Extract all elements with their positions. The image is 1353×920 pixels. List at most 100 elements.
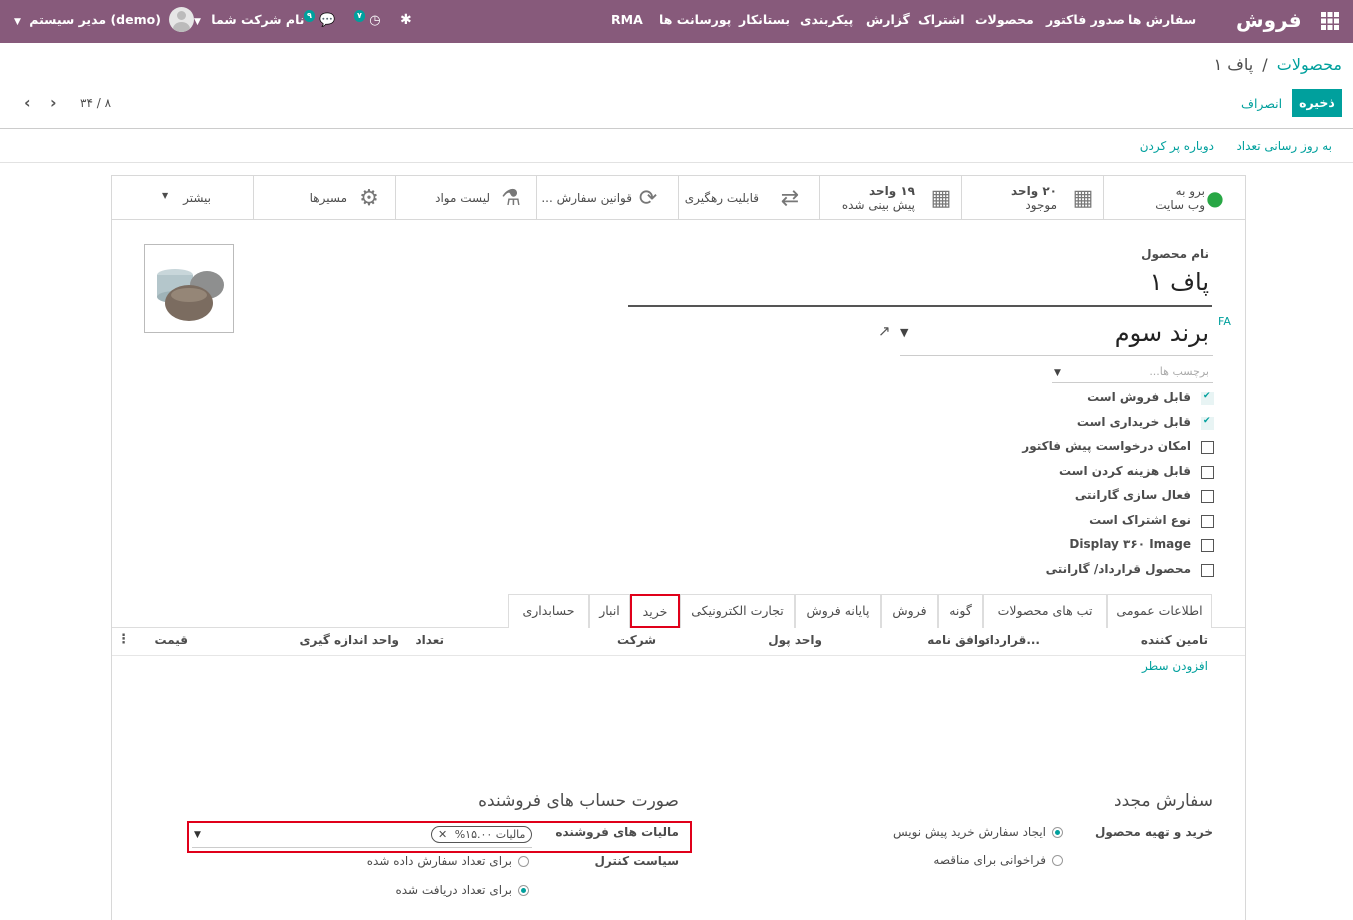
external-link-icon[interactable]: ↗ (878, 322, 891, 340)
column-contract[interactable]: قرارداد... (984, 633, 1040, 647)
website-line1: برو به (1175, 184, 1205, 198)
save-button[interactable]: ذخیره (1292, 89, 1342, 117)
tab-general-info[interactable]: اطلاعات عمومی (1107, 594, 1212, 628)
ordered-qty-label[interactable]: برای تعداد سفارش داده شده (367, 854, 512, 868)
column-price[interactable]: قیمت (154, 633, 188, 647)
replenish-button[interactable]: دوباره پر کردن (1140, 139, 1214, 153)
checkbox-label[interactable]: Display ۳۶۰ Image (1069, 537, 1191, 551)
tab-variants[interactable]: گونه (938, 594, 983, 628)
menu-products[interactable]: محصولات (975, 0, 1034, 43)
column-uom[interactable]: واحد اندازه گیری (299, 633, 399, 647)
messages-button[interactable]: ۹ 💬 (304, 0, 335, 43)
tab-purchase[interactable]: خرید (630, 594, 680, 628)
checkbox[interactable] (1201, 539, 1214, 552)
tab-point-of-sale[interactable]: پایانه فروش (795, 594, 881, 628)
flask-icon: ⚗ (501, 186, 521, 211)
breadcrumb-products-link[interactable]: محصولات (1277, 55, 1342, 74)
order-rules-label: قوانین سفارش ... (541, 191, 632, 205)
menu-orders[interactable]: سفارش ها (1128, 0, 1196, 43)
checkbox[interactable] (1201, 514, 1214, 528)
radio-ordered-qty[interactable] (518, 856, 529, 867)
brand-field[interactable]: برند سوم (1115, 319, 1209, 347)
menu-subscription[interactable]: اشتراک (918, 0, 965, 43)
checkbox-label[interactable]: فعال سازی گارانتی (1075, 488, 1191, 502)
checkbox-label[interactable]: قابل خریداری است (1077, 415, 1191, 429)
more-button[interactable]: بیشتر ▼ (112, 176, 253, 219)
onhand-button[interactable]: ▦ ۲۰ واحد موجود (961, 176, 1103, 219)
pager-previous-icon[interactable]: ‹ (24, 93, 31, 112)
radio-call-for-tender[interactable] (1052, 855, 1063, 866)
tags-input[interactable]: برچسب ها... (1149, 365, 1209, 378)
add-line-link[interactable]: افزودن سطر (1142, 659, 1208, 673)
main-navbar: فروش سفارش ها صدور فاکتور محصولات اشتراک… (0, 0, 1353, 43)
tab-inventory[interactable]: انبار (589, 594, 630, 628)
discard-button[interactable]: انصراف (1241, 96, 1282, 111)
user-menu[interactable]: ▼ مدیر سیستم (demo) (14, 0, 195, 43)
column-company[interactable]: شرکت (617, 633, 656, 647)
tab-accounting[interactable]: حسابداری (508, 594, 589, 628)
vendor-bills-title: صورت حساب های فروشنده (478, 791, 679, 811)
onhand-qty: ۲۰ واحد (1011, 184, 1057, 198)
column-currency[interactable]: واحد پول (768, 633, 822, 647)
pager-value[interactable]: ۸ / ۳۴ (80, 96, 111, 110)
column-vendor[interactable]: تامین کننده (1141, 633, 1208, 647)
menu-credit[interactable]: بستانکار (739, 0, 790, 43)
checkbox[interactable] (1201, 416, 1214, 430)
menu-rma[interactable]: RMA (611, 0, 643, 43)
checkbox-label[interactable]: قابل هزینه کردن است (1059, 464, 1191, 478)
app-name[interactable]: فروش (1236, 0, 1302, 43)
tab-product-tabs[interactable]: تب های محصولات (983, 594, 1107, 628)
menu-commissions[interactable]: پورسانت ها (659, 0, 731, 43)
debug-icon[interactable]: ✱ (400, 0, 412, 43)
routes-label: مسیرها (309, 191, 347, 205)
checkbox-label[interactable]: نوع اشتراک است (1089, 513, 1191, 527)
product-name-input[interactable]: پاف ۱ (1150, 268, 1209, 296)
checkbox[interactable] (1201, 391, 1214, 405)
apps-menu-icon[interactable] (1320, 0, 1344, 43)
website-button[interactable]: ● برو به وب سایت (1103, 176, 1245, 219)
draft-po-label[interactable]: ایجاد سفارش خرید پیش نویس (893, 825, 1046, 839)
website-line2: وب سایت (1155, 198, 1205, 212)
column-quantity[interactable]: تعداد (416, 633, 444, 647)
checkbox-label[interactable]: امکان درخواست پیش فاکتور (1022, 439, 1191, 453)
pager-next-icon[interactable]: › (50, 93, 57, 112)
tag-remove-icon[interactable]: ✕ (438, 828, 447, 841)
caret-down-icon[interactable]: ▼ (1054, 368, 1061, 378)
breadcrumb: محصولات / پاف ۱ (1214, 55, 1342, 74)
radio-received-qty[interactable] (518, 885, 529, 896)
caret-down-icon[interactable]: ▼ (194, 830, 201, 840)
dropdown-caret-icon[interactable]: ▼ (900, 326, 908, 339)
tab-ecommerce[interactable]: تجارت الکترونیکی (680, 594, 795, 628)
language-button[interactable]: FA (1218, 315, 1231, 328)
checkbox-label[interactable]: محصول قرارداد/ گارانتی (1046, 562, 1191, 576)
chat-icon: 💬 (319, 13, 336, 28)
order-rules-button[interactable]: ⟳ قوانین سفارش ... (536, 176, 678, 219)
forecast-button[interactable]: ▦ ۱۹ واحد پیش بینی شده (819, 176, 961, 219)
tab-sales[interactable]: فروش (881, 594, 938, 628)
menu-invoicing[interactable]: صدور فاکتور (1046, 0, 1125, 43)
call-for-tender-label[interactable]: فراخوانی برای مناقصه (933, 853, 1046, 867)
optional-columns-icon[interactable]: ⋮ (117, 632, 130, 647)
activities-button[interactable]: ۷ ◷ (354, 0, 381, 43)
bom-button[interactable]: ⚗ لیست مواد (395, 176, 536, 219)
menu-configuration[interactable]: پیکربندی (800, 0, 853, 43)
traceability-button[interactable]: ⇄ قابلیت رهگیری (678, 176, 819, 219)
radio-draft-po[interactable] (1052, 827, 1063, 838)
tax-tag: مالیات ۱۵.۰۰% ✕ (431, 826, 533, 843)
checkbox-label[interactable]: قابل فروش است (1087, 390, 1191, 404)
checkbox[interactable] (1201, 490, 1214, 503)
menu-reporting[interactable]: گزارش (866, 0, 910, 43)
received-qty-label[interactable]: برای تعداد دریافت شده (395, 883, 512, 897)
checkbox[interactable] (1201, 563, 1214, 577)
company-switcher[interactable]: ▼ نام شرکت شما (194, 0, 304, 43)
checkbox[interactable] (1201, 441, 1214, 454)
update-quantity-button[interactable]: به روز رسانی تعداد (1236, 139, 1332, 153)
routes-button[interactable]: ⚙ مسیرها (253, 176, 395, 219)
vendor-taxes-label: مالیات های فروشنده (555, 825, 679, 839)
column-agreement[interactable]: توافق نامه (927, 633, 990, 647)
cogs-icon: ⚙ (359, 186, 379, 211)
name-underline (628, 305, 1212, 307)
product-image[interactable] (144, 244, 234, 333)
exchange-icon: ⇄ (780, 186, 800, 211)
checkbox[interactable] (1201, 465, 1214, 479)
